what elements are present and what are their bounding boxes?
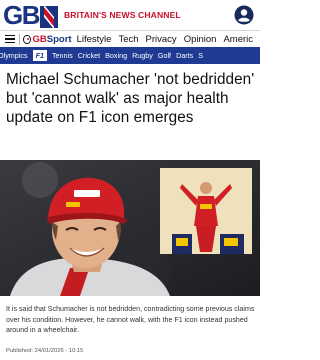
- subnav-item-f1[interactable]: F1: [32, 50, 47, 61]
- nav-brand-suffix: Sport: [46, 33, 72, 45]
- gbnews-logo[interactable]: GB: [3, 2, 58, 28]
- article-summary: It is said that Schumacher is not bedrid…: [6, 305, 255, 335]
- subnav-item-cricket[interactable]: Cricket: [78, 51, 100, 60]
- article-headline: Michael Schumacher 'not bedridden' but '…: [6, 71, 255, 126]
- subnav-item-golf[interactable]: Golf: [158, 51, 171, 60]
- subnav-item-more[interactable]: S: [198, 51, 203, 60]
- subnav-item-tennis[interactable]: Tennis: [52, 51, 73, 60]
- live-icon[interactable]: [23, 34, 31, 44]
- nav-brand-prefix: GB: [32, 33, 47, 45]
- subnav-item-darts[interactable]: Darts: [176, 51, 193, 60]
- nav-item-america[interactable]: Americ: [223, 34, 253, 45]
- logo-text: GB: [3, 0, 41, 30]
- article-hero-image[interactable]: [0, 160, 260, 296]
- subnav-item-olympics[interactable]: Olympics: [0, 51, 28, 60]
- nav-item-privacy[interactable]: Privacy: [146, 34, 177, 45]
- nav-item-opinion[interactable]: Opinion: [184, 34, 217, 45]
- hamburger-menu-icon[interactable]: [5, 34, 15, 44]
- nav-divider: [18, 33, 20, 45]
- site-header: GB BRITAIN'S NEWS CHANNEL: [0, 0, 260, 30]
- subnav-item-rugby[interactable]: Rugby: [132, 51, 153, 60]
- site-tagline: BRITAIN'S NEWS CHANNEL: [64, 10, 181, 20]
- nav-item-tech[interactable]: Tech: [118, 34, 138, 45]
- published-date: Published: 24/01/2026 - 10:15: [6, 348, 84, 354]
- subnav-item-boxing[interactable]: Boxing: [105, 51, 127, 60]
- sport-subnav: Olympics F1 Tennis Cricket Boxing Rugby …: [0, 47, 260, 64]
- inset-podium-photo: [160, 168, 252, 254]
- nav-item-lifestyle[interactable]: Lifestyle: [77, 34, 112, 45]
- main-nav: GBSport Lifestyle Tech Privacy Opinion A…: [0, 30, 260, 47]
- account-icon[interactable]: [234, 5, 254, 25]
- logo-flag-n-icon: [40, 6, 58, 28]
- nav-gb-sport[interactable]: GBSport: [33, 34, 72, 45]
